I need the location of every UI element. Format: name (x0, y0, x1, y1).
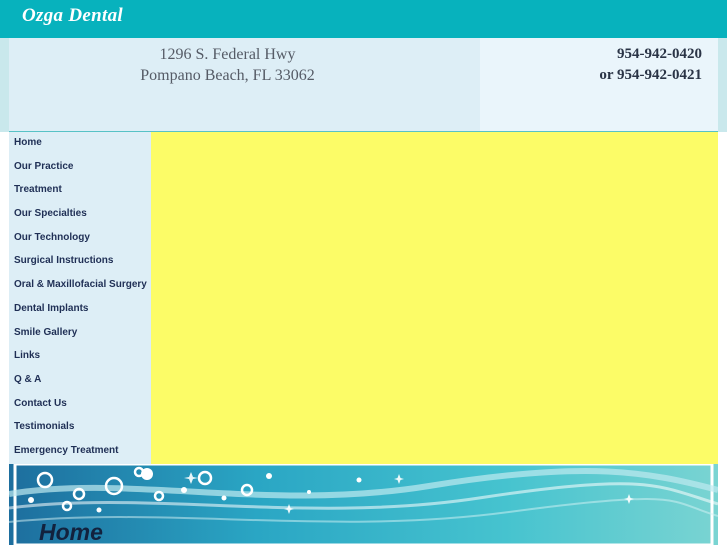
nav-item-our-practice[interactable]: Our Practice (9, 156, 151, 180)
nav-item-dental-implants[interactable]: Dental Implants (9, 298, 151, 322)
phone-primary[interactable]: 954-942-0420 (500, 44, 702, 65)
page-banner: Home (9, 464, 718, 545)
nav-item-oral-maxillofacial-surgery[interactable]: Oral & Maxillofacial Surgery (9, 274, 151, 298)
right-edge-strip (718, 38, 727, 132)
nav-item-our-specialties[interactable]: Our Specialties (9, 203, 151, 227)
sidebar-nav: Home Our Practice Treatment Our Specialt… (9, 132, 151, 464)
banner-decoration-graphic (9, 464, 718, 545)
address-line-2: Pompano Beach, FL 33062 (140, 67, 315, 84)
main-content-area (151, 132, 718, 464)
nav-item-emergency-treatment[interactable]: Emergency Treatment (9, 440, 151, 464)
phone-secondary[interactable]: or 954-942-0421 (500, 65, 702, 86)
nav-item-contact-us[interactable]: Contact Us (9, 393, 151, 417)
nav-item-home[interactable]: Home (9, 132, 151, 156)
top-bar: Ozga Dental (0, 0, 727, 39)
address-line-1: 1296 S. Federal Hwy (159, 46, 296, 63)
nav-item-surgical-instructions[interactable]: Surgical Instructions (9, 250, 151, 274)
nav-item-testimonials[interactable]: Testimonials (9, 416, 151, 440)
banner-title: Home (39, 519, 103, 545)
phone-block: 954-942-0420 or 954-942-0421 (500, 44, 702, 86)
left-edge-strip (0, 38, 9, 132)
nav-item-smile-gallery[interactable]: Smile Gallery (9, 322, 151, 346)
nav-item-q-and-a[interactable]: Q & A (9, 369, 151, 393)
nav-item-links[interactable]: Links (9, 345, 151, 369)
nav-item-our-technology[interactable]: Our Technology (9, 227, 151, 251)
site-logo[interactable]: Ozga Dental (22, 5, 123, 27)
nav-item-treatment[interactable]: Treatment (9, 179, 151, 203)
address-block: 1296 S. Federal Hwy Pompano Beach, FL 33… (100, 44, 355, 86)
